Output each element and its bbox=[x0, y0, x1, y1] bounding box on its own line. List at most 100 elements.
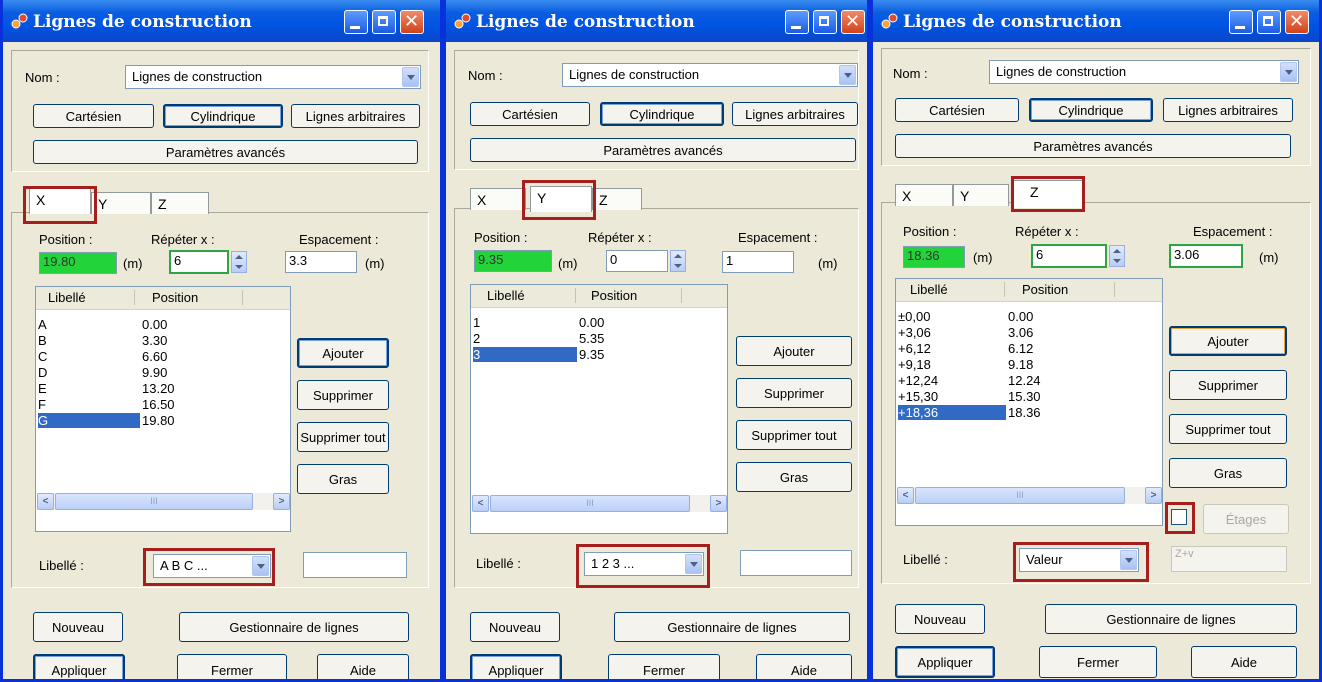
gras-button[interactable]: Gras bbox=[1169, 458, 1287, 488]
list-item[interactable]: +9,18 9.18 bbox=[898, 357, 1160, 372]
gestionnaire-button[interactable]: Gestionnaire de lignes bbox=[1045, 604, 1297, 634]
ajouter-button[interactable]: Ajouter bbox=[1169, 326, 1287, 356]
close-button[interactable]: ✕ bbox=[841, 10, 865, 34]
scroll-right-icon[interactable]: > bbox=[273, 493, 290, 510]
advanced-params-button[interactable]: Paramètres avancés bbox=[895, 134, 1291, 158]
fermer-button[interactable]: Fermer bbox=[177, 654, 287, 679]
aide-button[interactable]: Aide bbox=[1191, 646, 1297, 678]
nom-select[interactable]: Lignes de construction bbox=[562, 63, 858, 87]
position-input[interactable]: 19.80 bbox=[39, 252, 117, 274]
header-position[interactable]: Position bbox=[591, 288, 637, 303]
scroll-thumb[interactable]: III bbox=[915, 487, 1125, 504]
supprimer-button[interactable]: Supprimer bbox=[736, 378, 852, 408]
position-input[interactable]: 18.36 bbox=[903, 246, 965, 268]
horizontal-scrollbar[interactable]: < III > bbox=[897, 487, 1162, 504]
appliquer-button[interactable]: Appliquer bbox=[470, 654, 562, 679]
spacing-input[interactable]: 3.3 bbox=[285, 251, 357, 273]
list-item[interactable]: E 13.20 bbox=[38, 381, 288, 396]
appliquer-button[interactable]: Appliquer bbox=[895, 646, 995, 678]
chevron-down-icon[interactable] bbox=[1120, 550, 1137, 570]
horizontal-scrollbar[interactable]: < III > bbox=[472, 495, 727, 512]
etages-button[interactable]: Étages bbox=[1203, 504, 1289, 534]
advanced-params-button[interactable]: Paramètres avancés bbox=[470, 138, 856, 162]
header-position[interactable]: Position bbox=[1022, 282, 1068, 297]
horizontal-scrollbar[interactable]: < III > bbox=[37, 493, 290, 510]
repeat-stepper[interactable] bbox=[231, 251, 247, 273]
title-bar[interactable]: Lignes de construction ✕ bbox=[873, 0, 1319, 42]
lines-list[interactable]: Libellé Position ±0,00 0.00 +3,06 3.06 +6,… bbox=[895, 278, 1163, 526]
nom-select[interactable]: Lignes de construction bbox=[125, 65, 421, 89]
chevron-down-icon[interactable] bbox=[1280, 62, 1297, 82]
header-position[interactable]: Position bbox=[152, 290, 198, 305]
nouveau-button[interactable]: Nouveau bbox=[895, 604, 985, 634]
libelle-format-field[interactable]: Z+v bbox=[1171, 546, 1287, 572]
cartesien-button[interactable]: Cartésien bbox=[33, 104, 154, 128]
header-libelle[interactable]: Libellé bbox=[487, 288, 525, 303]
spacing-input[interactable]: 3.06 bbox=[1169, 244, 1243, 268]
aide-button[interactable]: Aide bbox=[317, 654, 409, 679]
scroll-left-icon[interactable]: < bbox=[897, 487, 914, 504]
etages-checkbox[interactable] bbox=[1171, 509, 1187, 525]
tab-x[interactable]: X bbox=[470, 188, 526, 210]
repeat-stepper[interactable] bbox=[670, 250, 686, 272]
minimize-button[interactable] bbox=[785, 10, 809, 34]
nom-select[interactable]: Lignes de construction bbox=[989, 60, 1299, 84]
list-item[interactable]: 1 0.00 bbox=[473, 315, 725, 330]
cylindrique-button[interactable]: Cylindrique bbox=[1029, 98, 1153, 122]
gras-button[interactable]: Gras bbox=[736, 462, 852, 492]
fermer-button[interactable]: Fermer bbox=[608, 654, 720, 679]
cartesien-button[interactable]: Cartésien bbox=[895, 98, 1019, 122]
scroll-right-icon[interactable]: > bbox=[1145, 487, 1162, 504]
lignes-arbitraires-button[interactable]: Lignes arbitraires bbox=[1163, 98, 1293, 122]
close-button[interactable]: ✕ bbox=[400, 10, 424, 34]
list-item[interactable]: +3,06 3.06 bbox=[898, 325, 1160, 340]
spacing-input[interactable]: 1 bbox=[722, 251, 794, 273]
cartesien-button[interactable]: Cartésien bbox=[470, 102, 590, 126]
tab-z[interactable]: Z bbox=[151, 192, 209, 214]
lines-list[interactable]: Libellé Position A 0.00 B 3.30 C 6.60 D 9.90… bbox=[35, 286, 291, 532]
title-bar[interactable]: Lignes de construction ✕ bbox=[3, 0, 440, 42]
chevron-down-icon[interactable] bbox=[839, 65, 856, 85]
header-libelle[interactable]: Libellé bbox=[910, 282, 948, 297]
scroll-left-icon[interactable]: < bbox=[37, 493, 54, 510]
list-item[interactable]: +6,12 6.12 bbox=[898, 341, 1160, 356]
tab-x[interactable]: X bbox=[29, 188, 91, 214]
tab-z[interactable]: Z bbox=[592, 188, 642, 210]
cylindrique-button[interactable]: Cylindrique bbox=[600, 102, 724, 126]
chevron-down-icon[interactable] bbox=[402, 67, 419, 87]
supprimer-button[interactable]: Supprimer bbox=[1169, 370, 1287, 400]
list-item[interactable]: ±0,00 0.00 bbox=[898, 309, 1160, 324]
gestionnaire-button[interactable]: Gestionnaire de lignes bbox=[614, 612, 850, 642]
list-item[interactable]: D 9.90 bbox=[38, 365, 288, 380]
list-item[interactable]: 2 5.35 bbox=[473, 331, 725, 346]
cylindrique-button[interactable]: Cylindrique bbox=[163, 104, 283, 128]
lignes-arbitraires-button[interactable]: Lignes arbitraires bbox=[732, 102, 858, 126]
maximize-button[interactable] bbox=[372, 10, 396, 34]
supprimer-tout-button[interactable]: Supprimer tout bbox=[297, 422, 389, 452]
tab-y[interactable]: Y bbox=[953, 184, 1009, 206]
tab-y[interactable]: Y bbox=[91, 192, 151, 214]
repeat-input[interactable]: 6 bbox=[169, 250, 229, 274]
libelle-select[interactable]: 1 2 3 ... bbox=[584, 552, 704, 576]
scroll-left-icon[interactable]: < bbox=[472, 495, 489, 512]
tab-y[interactable]: Y bbox=[530, 186, 592, 212]
libelle-select[interactable]: Valeur bbox=[1019, 548, 1139, 572]
ajouter-button[interactable]: Ajouter bbox=[736, 336, 852, 366]
maximize-button[interactable] bbox=[813, 10, 837, 34]
tab-z[interactable]: Z bbox=[1013, 180, 1083, 208]
ajouter-button[interactable]: Ajouter bbox=[297, 338, 389, 368]
list-item-selected[interactable]: 3 9.35 bbox=[473, 347, 725, 362]
repeat-stepper[interactable] bbox=[1109, 245, 1125, 267]
close-button[interactable]: ✕ bbox=[1285, 10, 1309, 34]
gestionnaire-button[interactable]: Gestionnaire de lignes bbox=[179, 612, 409, 642]
list-item[interactable]: +12,24 12.24 bbox=[898, 373, 1160, 388]
gras-button[interactable]: Gras bbox=[297, 464, 389, 494]
libelle-select[interactable]: A B C ... bbox=[153, 554, 271, 578]
appliquer-button[interactable]: Appliquer bbox=[33, 654, 125, 679]
scroll-thumb[interactable]: III bbox=[55, 493, 253, 510]
lines-list[interactable]: Libellé Position 1 0.00 2 5.35 3 9.35 < III… bbox=[470, 284, 728, 534]
minimize-button[interactable] bbox=[344, 10, 368, 34]
list-item-selected[interactable]: G 19.80 bbox=[38, 413, 288, 428]
supprimer-button[interactable]: Supprimer bbox=[297, 380, 389, 410]
nouveau-button[interactable]: Nouveau bbox=[33, 612, 123, 642]
